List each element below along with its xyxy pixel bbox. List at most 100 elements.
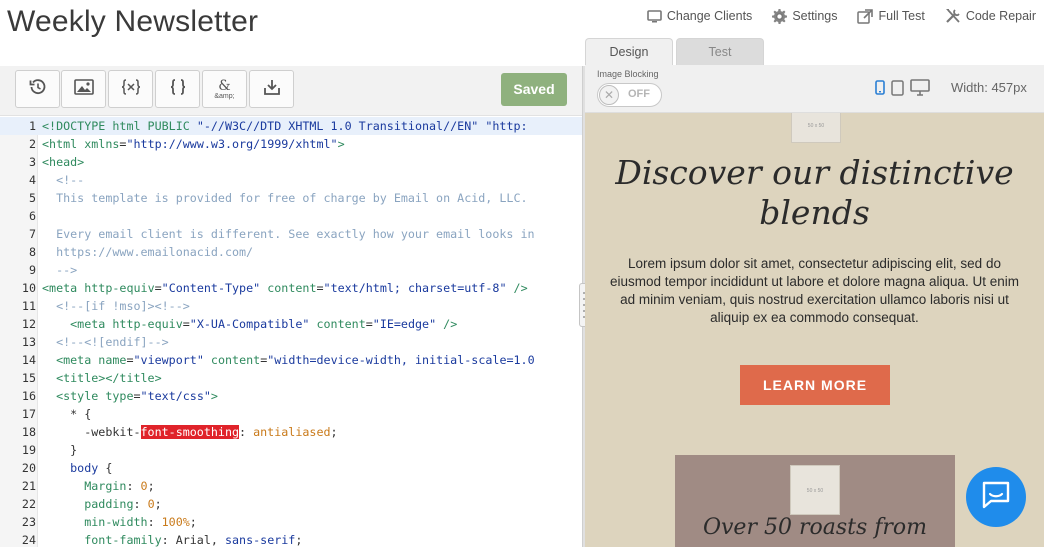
mobile-icon[interactable] <box>875 80 885 100</box>
code-token: ; <box>147 479 155 493</box>
learn-more-button[interactable]: LEARN MORE <box>740 365 890 405</box>
code-token: "-//W3C//DTD XHTML 1.0 Transitional//EN" <box>196 119 479 133</box>
toggle-state-label: OFF <box>628 88 650 100</box>
full-test-label: Full Test <box>878 9 925 23</box>
image-blocking-toggle[interactable]: ✕ OFF <box>597 83 662 107</box>
code-token: <title></title> <box>42 371 162 385</box>
code-token: /> <box>513 281 528 295</box>
code-token: font-family <box>42 533 162 547</box>
code-text: padding: 0; <box>42 495 161 513</box>
code-token: "text/html; charset=utf-8" <box>323 281 507 295</box>
code-token: <head> <box>42 155 85 169</box>
code-text: <meta http-equiv="Content-Type" content=… <box>42 279 528 297</box>
tablet-icon[interactable] <box>891 79 904 101</box>
tab-design[interactable]: Design <box>585 38 673 65</box>
line-number: 7 <box>28 227 36 241</box>
code-line: 12 <meta http-equiv="X-UA-Compatible" co… <box>0 315 582 333</box>
line-number: 24 <box>21 533 36 547</box>
saved-button[interactable]: Saved <box>501 73 567 106</box>
code-token: antialiased <box>253 425 331 439</box>
code-text: } <box>42 441 77 459</box>
code-token: } <box>42 443 78 457</box>
preview-tabs: Design Test <box>585 38 764 65</box>
code-token: = <box>365 317 373 331</box>
code-token: : <box>133 497 148 511</box>
history-icon <box>29 78 47 101</box>
entity-label: &amp; <box>214 92 235 100</box>
code-token: "http://www.w3.org/1999/xhtml" <box>126 137 338 151</box>
code-line: 13 <!--<![endif]--> <box>0 333 582 351</box>
line-number: 17 <box>21 407 36 421</box>
code-token: <meta <box>42 317 113 331</box>
code-area[interactable]: 1 <!DOCTYPE html PUBLIC "-//W3C//DTD XHTM… <box>0 117 582 547</box>
tab-test[interactable]: Test <box>676 38 764 65</box>
code-text: Margin: 0; <box>42 477 155 495</box>
line-number: 8 <box>28 245 36 259</box>
gear-icon <box>772 8 788 24</box>
code-token: > <box>210 389 218 403</box>
line-number: 16 <box>21 389 36 403</box>
code-line: 3 <head> <box>0 153 582 171</box>
code-token: "viewport" <box>133 353 204 367</box>
code-token: http-equiv <box>112 317 183 331</box>
code-text: <!DOCTYPE html PUBLIC "-//W3C//DTD XHTML… <box>42 117 528 135</box>
code-token: sans-serif <box>224 533 296 547</box>
code-line: 8 https://www.emailonacid.com/ <box>0 243 582 261</box>
preview-headline: Discover our distinctive blends <box>615 153 1014 232</box>
code-text: <!--<![endif]--> <box>42 333 169 351</box>
line-number: 12 <box>21 317 36 331</box>
braces-button[interactable] <box>155 70 200 108</box>
line-number: 1 <box>28 119 36 133</box>
line-number: 11 <box>21 299 36 313</box>
width-label: Width: 457px <box>951 80 1027 95</box>
desktop-icon[interactable] <box>910 79 930 101</box>
download-button[interactable] <box>249 70 294 108</box>
code-token: <meta <box>42 353 99 367</box>
preview-header: Image Blocking ✕ OFF Width: 457px <box>585 65 1044 113</box>
code-text: https://www.emailonacid.com/ <box>42 243 253 261</box>
code-token: <!--<![endif]--> <box>42 335 169 349</box>
code-token: padding <box>42 497 134 511</box>
line-number: 9 <box>28 263 36 277</box>
code-line: 4 <!-- <box>0 171 582 189</box>
chat-button[interactable] <box>966 467 1026 527</box>
code-token: content <box>267 281 317 295</box>
code-token: min-width <box>42 515 148 529</box>
history-button[interactable] <box>15 70 60 108</box>
download-icon <box>263 78 281 101</box>
strip-braces-button[interactable] <box>108 70 153 108</box>
code-token: font-smoothing <box>140 425 240 439</box>
code-repair-button[interactable]: Code Repair <box>945 8 1036 24</box>
entity-button[interactable]: & &amp; <box>202 70 247 108</box>
full-test-button[interactable]: Full Test <box>857 8 925 24</box>
external-link-icon <box>857 8 874 24</box>
code-text <box>42 207 49 225</box>
braces-x-icon <box>121 78 141 101</box>
preview-body-text: Lorem ipsum dolor sit amet, consectetur … <box>610 256 1019 325</box>
line-number: 19 <box>21 443 36 457</box>
preview-card: 50 x 50 Over 50 roasts from <box>675 455 955 547</box>
insert-image-button[interactable] <box>61 70 106 108</box>
code-token: content <box>316 317 366 331</box>
code-line: 10 <meta http-equiv="Content-Type" conten… <box>0 279 582 297</box>
code-token: ; <box>295 533 303 547</box>
code-text: -webkit-font-smoothing: antialiased; <box>42 423 338 441</box>
code-token: <html <box>42 137 85 151</box>
settings-button[interactable]: Settings <box>772 8 837 24</box>
line-number: 23 <box>21 515 36 529</box>
code-line: 2 <html xmlns="http://www.w3.org/1999/xht… <box>0 135 582 153</box>
code-text: <style type="text/css"> <box>42 387 218 405</box>
code-token: xmlns <box>84 137 120 151</box>
code-token: "width=device-width, initial-scale=1.0 <box>267 353 535 367</box>
code-token: "IE=edge" <box>372 317 437 331</box>
change-clients-button[interactable]: Change Clients <box>647 8 752 24</box>
code-token: -webkit- <box>42 425 141 439</box>
line-number: 15 <box>21 371 36 385</box>
code-token: <style <box>42 389 106 403</box>
code-line: 20 body { <box>0 459 582 477</box>
code-token: type <box>105 389 134 403</box>
line-number: 2 <box>28 137 36 151</box>
code-text: * { <box>42 405 91 423</box>
code-line: 16 <style type="text/css"> <box>0 387 582 405</box>
